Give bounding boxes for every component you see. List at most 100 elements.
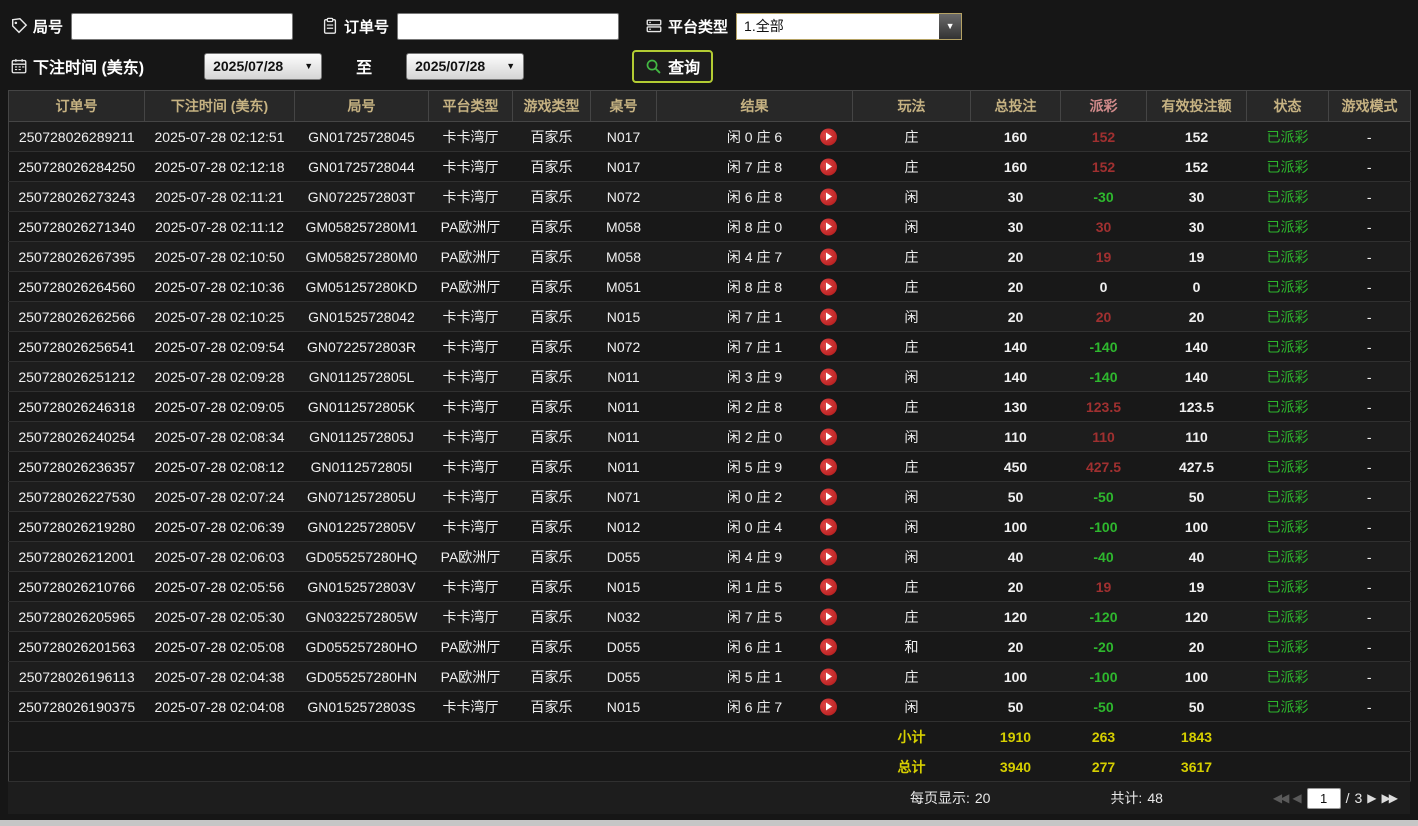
total-bet-cell: 140	[970, 331, 1061, 362]
game-type-cell: 百家乐	[512, 331, 591, 362]
result-text: 闲 6 庄 1	[726, 638, 783, 655]
replay-icon[interactable]	[819, 158, 837, 175]
table-no-cell: N011	[590, 361, 657, 392]
order-no-cell: 250728026212001	[8, 541, 145, 572]
mode-cell: -	[1328, 391, 1411, 422]
replay-icon[interactable]	[819, 128, 837, 145]
filter-row-1: 局号 订单号 平台类型 1.全部 ▼	[10, 8, 1408, 44]
payout-cell: -100	[1060, 511, 1147, 542]
payout-cell: -50	[1060, 691, 1147, 722]
result-text: 闲 8 庄 0	[726, 218, 783, 235]
table-row: 250728026210766 2025-07-28 02:05:56 GN0152…	[8, 571, 1411, 602]
page-number-input[interactable]	[1306, 787, 1341, 809]
replay-icon[interactable]	[819, 368, 837, 385]
result-cell: 闲 5 庄 1	[656, 661, 853, 692]
bet-records-table: 订单号 下注时间 (美东) 局号 平台类型 游戏类型 桌号 结果 玩法 总投注 派彩 有效投注额 状态…	[8, 90, 1411, 782]
table-row: 250728026196113 2025-07-28 02:04:38 GD0552…	[8, 661, 1411, 692]
table-no-cell: N012	[590, 511, 657, 542]
replay-icon[interactable]	[819, 548, 837, 565]
result-text: 闲 2 庄 0	[726, 428, 783, 445]
result-cell: 闲 7 庄 5	[656, 601, 853, 632]
platform-cell: PA欧洲厅	[428, 211, 513, 242]
play-cell: 闲	[852, 481, 971, 512]
bet-time-cell: 2025-07-28 02:12:51	[144, 121, 295, 152]
platform-type-select[interactable]: 1.全部 ▼	[736, 12, 963, 40]
valid-bet-cell: 20	[1146, 631, 1247, 662]
date-from-button[interactable]: 2025/07/28 ▼	[204, 52, 323, 80]
payout-cell: 152	[1060, 121, 1147, 152]
search-icon	[645, 58, 662, 75]
play-triangle-icon	[826, 402, 832, 411]
table-row: 250728026256541 2025-07-28 02:09:54 GN0722…	[8, 331, 1411, 362]
platform-type-label: 平台类型	[668, 18, 729, 36]
replay-icon[interactable]	[819, 188, 837, 205]
replay-icon[interactable]	[819, 338, 837, 355]
platform-cell: 卡卡湾厅	[428, 151, 513, 182]
replay-icon[interactable]	[819, 488, 837, 505]
table-no-cell: N011	[590, 421, 657, 452]
platform-cell: 卡卡湾厅	[428, 361, 513, 392]
result-cell: 闲 1 庄 5	[656, 571, 853, 602]
table-row: 250728026284250 2025-07-28 02:12:18 GN0172…	[8, 151, 1411, 182]
play-cell: 庄	[852, 241, 971, 272]
round-no-cell: GN0152572803S	[294, 691, 429, 722]
round-no-cell: GN0112572805I	[294, 451, 429, 482]
last-page-button[interactable]: ▶▶	[1382, 791, 1399, 805]
column-header: 结果	[656, 90, 853, 122]
replay-icon[interactable]	[819, 278, 837, 295]
bet-time-cell: 2025-07-28 02:08:34	[144, 421, 295, 452]
column-header: 游戏类型	[512, 90, 591, 122]
replay-icon[interactable]	[819, 308, 837, 325]
column-header: 有效投注额	[1146, 90, 1247, 122]
play-triangle-icon	[826, 282, 832, 291]
mode-cell: -	[1328, 151, 1411, 182]
result-cell: 闲 6 庄 8	[656, 181, 853, 212]
replay-icon[interactable]	[819, 248, 837, 265]
total-bet-cell: 110	[970, 421, 1061, 452]
replay-icon[interactable]	[819, 428, 837, 445]
first-page-button[interactable]: ◀◀	[1273, 791, 1290, 805]
play-cell: 闲	[852, 691, 971, 722]
result-cell: 闲 2 庄 8	[656, 391, 853, 422]
play-triangle-icon	[826, 342, 832, 351]
status-cell: 已派彩	[1246, 541, 1329, 572]
date-to-button[interactable]: 2025/07/28 ▼	[406, 52, 525, 80]
play-cell: 庄	[852, 391, 971, 422]
table-row: 250728026190375 2025-07-28 02:04:08 GN0152…	[8, 691, 1411, 722]
replay-icon[interactable]	[819, 608, 837, 625]
mode-cell: -	[1328, 631, 1411, 662]
replay-icon[interactable]	[819, 218, 837, 235]
order-no-cell: 250728026190375	[8, 691, 145, 722]
bet-time-cell: 2025-07-28 02:04:38	[144, 661, 295, 692]
replay-icon[interactable]	[819, 398, 837, 415]
platform-cell: 卡卡湾厅	[428, 691, 513, 722]
total-bet-cell: 100	[970, 661, 1061, 692]
round-number-input[interactable]	[71, 12, 294, 40]
total-row: 总计 3940 277 3617	[8, 751, 1411, 782]
platform-cell: PA欧洲厅	[428, 271, 513, 302]
replay-icon[interactable]	[819, 458, 837, 475]
replay-icon[interactable]	[819, 668, 837, 685]
prev-page-button[interactable]: ◀	[1292, 791, 1301, 805]
replay-icon[interactable]	[819, 518, 837, 535]
valid-bet-cell: 19	[1146, 241, 1247, 272]
mode-cell: -	[1328, 421, 1411, 452]
game-type-cell: 百家乐	[512, 181, 591, 212]
order-number-input[interactable]	[397, 12, 620, 40]
play-cell: 庄	[852, 151, 971, 182]
horizontal-scrollbar[interactable]	[0, 820, 1418, 826]
result-text: 闲 1 庄 5	[726, 578, 783, 595]
replay-icon[interactable]	[819, 638, 837, 655]
replay-icon[interactable]	[819, 698, 837, 715]
order-no-cell: 250728026201563	[8, 631, 145, 662]
table-row: 250728026236357 2025-07-28 02:08:12 GN0112…	[8, 451, 1411, 482]
next-page-button[interactable]: ▶	[1367, 791, 1376, 805]
status-cell: 已派彩	[1246, 571, 1329, 602]
replay-icon[interactable]	[819, 578, 837, 595]
status-cell: 已派彩	[1246, 271, 1329, 302]
bet-time-cell: 2025-07-28 02:05:08	[144, 631, 295, 662]
query-button[interactable]: 查询	[632, 49, 714, 83]
table-row: 250728026271340 2025-07-28 02:11:12 GM0582…	[8, 211, 1411, 242]
platform-cell: 卡卡湾厅	[428, 301, 513, 332]
platform-cell: 卡卡湾厅	[428, 451, 513, 482]
